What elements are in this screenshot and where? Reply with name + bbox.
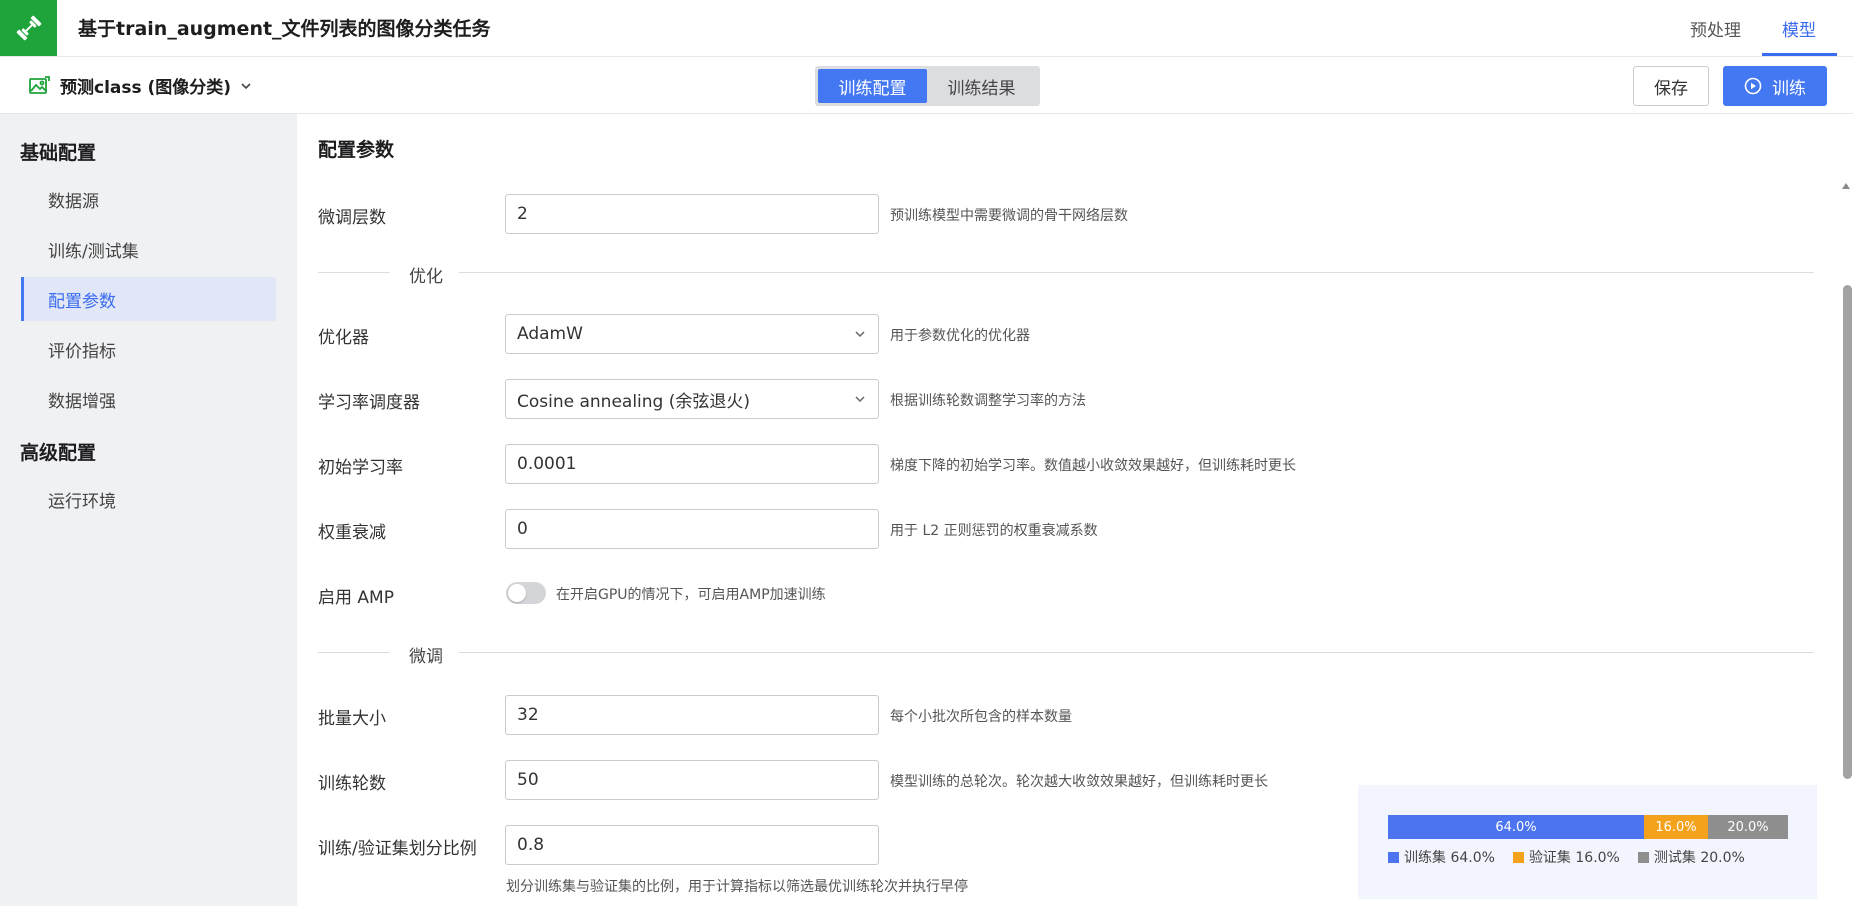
lr-hint: 梯度下降的初始学习率。数值越小收敛效果越好，但训练耗时更长 <box>890 458 1296 474</box>
sidebar-group-advanced: 高级配置 <box>20 442 97 464</box>
dataset-split-card: 64.0% 16.0% 20.0% 训练集 64.0% 验证集 16.0% 测试集 20… <box>1358 785 1817 899</box>
split-ratio-label: 训练/验证集划分比例 <box>318 839 477 859</box>
split-ratio-input[interactable]: 0.8 <box>505 825 879 865</box>
chevron-down-icon <box>853 327 867 341</box>
split-ratio-hint: 划分训练集与验证集的比例，用于计算指标以筛选最优训练轮次并执行早停 <box>506 879 968 895</box>
scroll-up-arrow-icon[interactable] <box>1842 183 1850 189</box>
finetune-layers-label: 微调层数 <box>318 208 386 228</box>
lr-label: 初始学习率 <box>318 458 403 478</box>
lr-value: 0.0001 <box>517 454 577 474</box>
optimizer-hint: 用于参数优化的优化器 <box>890 328 1030 344</box>
active-tab-indicator <box>1762 53 1837 56</box>
save-button[interactable]: 保存 <box>1633 66 1709 106</box>
legend-swatch <box>1637 851 1649 863</box>
sidebar-item-augmentation[interactable]: 数据增强 <box>21 377 276 421</box>
optimizer-select[interactable]: AdamW <box>505 314 879 354</box>
chevron-down-icon <box>239 79 253 93</box>
chevron-down-icon <box>853 392 867 406</box>
toolbar: 预测class (图像分类) 训练配置 训练结果 保存 训练 <box>0 57 1853 114</box>
weight-decay-value: 0 <box>517 519 528 539</box>
app-logo[interactable] <box>0 0 57 56</box>
epochs-hint: 模型训练的总轮次。轮次越大收敛效果越好，但训练耗时更长 <box>890 774 1268 790</box>
batch-size-input[interactable]: 32 <box>505 695 879 735</box>
segment-train-results[interactable]: 训练结果 <box>927 69 1036 103</box>
view-segmented-control: 训练配置 训练结果 <box>815 66 1040 106</box>
split-legend: 训练集 64.0% 验证集 16.0% 测试集 20.0% <box>1388 847 1745 867</box>
sidebar-item-config[interactable]: 配置参数 <box>21 277 276 321</box>
sidebar: 基础配置 数据源 训练/测试集 配置参数 评价指标 数据增强 高级配置 运行环境 <box>0 114 297 906</box>
split-ratio-value: 0.8 <box>517 835 545 855</box>
sidebar-group-basic: 基础配置 <box>20 142 97 164</box>
split-bar: 64.0% 16.0% 20.0% <box>1388 815 1788 839</box>
legend-swatch <box>1388 851 1399 863</box>
optimizer-value: AdamW <box>517 324 583 344</box>
legend-item-0: 训练集 64.0% <box>1388 847 1495 867</box>
epochs-input[interactable]: 50 <box>505 760 879 800</box>
segment-train-config[interactable]: 训练配置 <box>818 69 927 103</box>
scrollbar-thumb[interactable] <box>1843 285 1852 779</box>
optimizer-label: 优化器 <box>318 328 369 348</box>
lr-input[interactable]: 0.0001 <box>505 444 879 484</box>
epochs-label: 训练轮数 <box>318 774 386 794</box>
sidebar-item-train-test[interactable]: 训练/测试集 <box>21 227 276 271</box>
batch-size-hint: 每个小批次所包含的样本数量 <box>890 709 1072 725</box>
split-segment-2: 20.0% <box>1708 815 1788 839</box>
batch-size-value: 32 <box>517 705 539 725</box>
dumbbell-icon <box>16 15 41 41</box>
epochs-value: 50 <box>517 770 539 790</box>
finetune-layers-value: 2 <box>517 204 528 224</box>
weight-decay-label: 权重衰减 <box>318 523 386 543</box>
legend-item-2: 测试集 20.0% <box>1637 847 1745 867</box>
split-segment-1: 16.0% <box>1644 815 1708 839</box>
divider-finetune: 微调 <box>318 642 1814 667</box>
legend-label: 测试集 20.0% <box>1653 850 1745 866</box>
tab-model[interactable]: 模型 <box>1782 16 1816 41</box>
legend-label: 训练集 64.0% <box>1404 850 1495 866</box>
legend-label: 验证集 16.0% <box>1528 850 1620 866</box>
divider-finetune-label: 微调 <box>409 647 443 667</box>
finetune-layers-hint: 预训练模型中需要微调的骨干网络层数 <box>890 208 1128 224</box>
amp-label: 启用 AMP <box>318 588 394 608</box>
train-button-label: 训练 <box>1772 78 1806 99</box>
section-title: 配置参数 <box>318 139 395 161</box>
tab-preprocess[interactable]: 预处理 <box>1690 16 1741 41</box>
top-header: 基于train_augment_文件列表的图像分类任务 预处理 模型 <box>0 0 1853 57</box>
image-classification-icon <box>28 75 50 96</box>
legend-swatch <box>1512 851 1524 863</box>
divider-optimize-label: 优化 <box>409 267 443 287</box>
weight-decay-hint: 用于 L2 正则惩罚的权重衰减系数 <box>890 523 1098 539</box>
scheduler-label: 学习率调度器 <box>318 393 420 413</box>
split-segment-0: 64.0% <box>1388 815 1644 839</box>
scheduler-hint: 根据训练轮数调整学习率的方法 <box>890 393 1086 409</box>
sidebar-item-runtime[interactable]: 运行环境 <box>21 477 276 521</box>
task-selector-label: 预测class (图像分类) <box>60 78 232 98</box>
amp-hint: 在开启GPU的情况下，可启用AMP加速训练 <box>556 587 826 603</box>
play-circle-icon <box>1744 77 1762 95</box>
legend-item-1: 验证集 16.0% <box>1512 847 1620 867</box>
scheduler-select[interactable]: Cosine annealing (余弦退火) <box>505 379 879 419</box>
sidebar-item-datasource[interactable]: 数据源 <box>21 177 276 221</box>
scheduler-value: Cosine annealing (余弦退火) <box>517 391 751 412</box>
batch-size-label: 批量大小 <box>318 709 386 729</box>
weight-decay-input[interactable]: 0 <box>505 509 879 549</box>
sidebar-item-metrics[interactable]: 评价指标 <box>21 327 276 371</box>
finetune-layers-input[interactable]: 2 <box>505 194 879 234</box>
page-title: 基于train_augment_文件列表的图像分类任务 <box>78 18 491 40</box>
amp-toggle[interactable] <box>506 582 546 604</box>
train-button[interactable]: 训练 <box>1723 66 1827 106</box>
task-selector[interactable]: 预测class (图像分类) <box>28 73 253 98</box>
divider-optimize: 优化 <box>318 262 1814 287</box>
